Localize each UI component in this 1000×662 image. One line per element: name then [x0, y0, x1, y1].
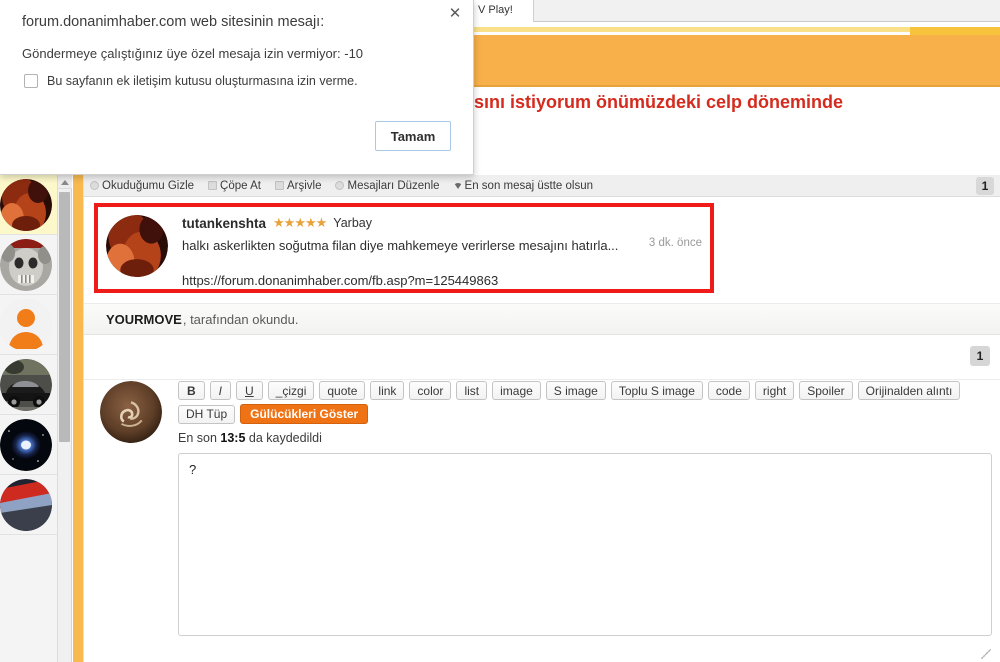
bbcode-toolbar: B I U _çizgi quote link color list image…: [178, 381, 992, 424]
message-content: Okuduğumu Gizle Çöpe At Arşivle Mesajlar…: [83, 175, 1000, 662]
read-receipt-user[interactable]: YOURMOVE: [106, 312, 182, 327]
members-rail: [0, 175, 58, 662]
dialog-message: Göndermeye çalıştığınız üye özel mesaja …: [22, 46, 364, 61]
action-archive[interactable]: Arşivle: [274, 179, 322, 192]
calligraphy-avatar-image: [100, 381, 162, 443]
reply-textarea[interactable]: [178, 453, 992, 636]
post-username[interactable]: tutankenshta: [182, 216, 266, 231]
eye-hide-icon: [90, 181, 99, 190]
action-hide-read-label: Okuduğumu Gizle: [102, 179, 195, 192]
red-flag-avatar[interactable]: [0, 478, 52, 531]
bb-image-button[interactable]: image: [492, 381, 541, 400]
bb-dh-tube-button[interactable]: DH Tüp: [178, 404, 236, 424]
post-header: tutankenshta ★★★★★ Yarbay: [182, 215, 372, 231]
members-rail-scrollbar[interactable]: [58, 175, 72, 662]
autosave-suffix: da kaydedildi: [245, 431, 322, 445]
red-flag-avatar-image: [0, 478, 52, 531]
textarea-resize-handle[interactable]: [981, 649, 991, 659]
ok-button[interactable]: Tamam: [375, 121, 451, 151]
banner-underline: [474, 85, 1000, 87]
bb-code-button[interactable]: code: [707, 381, 750, 400]
archive-icon: [274, 181, 284, 190]
read-receipt-text: , tarafından okundu.: [182, 311, 299, 327]
javascript-alert-dialog: ✕ forum.donanimhaber.com web sitesinin m…: [0, 0, 474, 175]
bbcode-row-1: B I U _çizgi quote link color list image…: [178, 381, 992, 400]
action-hide-read[interactable]: Okuduğumu Gizle: [90, 180, 194, 192]
browser-tab-strip: [470, 0, 1000, 22]
bb-line-button[interactable]: _çizgi: [267, 381, 315, 400]
nebula-avatar[interactable]: [0, 418, 52, 471]
bb-original-quote-button[interactable]: Orijinalden alıntı: [857, 381, 961, 400]
highlighted-post: tutankenshta ★★★★★ Yarbay halkı askerlik…: [94, 203, 714, 293]
post-timestamp: 3 dk. önce: [648, 237, 702, 249]
bb-bold-button[interactable]: B: [178, 381, 205, 400]
reply-composer: B I U _çizgi quote link color list image…: [84, 381, 1000, 662]
bb-underline-button[interactable]: U: [236, 381, 263, 400]
autosave-time: 13:5: [220, 431, 246, 445]
close-icon[interactable]: ✕: [445, 4, 465, 24]
action-trash-label: Çöpe At: [220, 179, 261, 192]
woman-portrait-avatar-image: [106, 215, 168, 277]
thread-footer-row: 1: [84, 335, 1000, 380]
bb-color-button[interactable]: color: [409, 381, 452, 400]
autosave-status: En son 13:5 da kaydedildi: [178, 431, 322, 445]
browser-tab[interactable]: V Play!: [474, 0, 534, 22]
orange-divider: [73, 175, 83, 662]
trash-icon: [208, 181, 218, 190]
suppress-dialogs-row[interactable]: Bu sayfanın ek iletişim kutusu oluşturma…: [24, 74, 358, 88]
bb-link-button[interactable]: link: [370, 381, 405, 400]
post-avatar[interactable]: [106, 215, 168, 277]
bb-bulk-s-image-button[interactable]: Toplu S image: [610, 381, 703, 400]
action-archive-label: Arşivle: [286, 179, 322, 192]
post-permalink[interactable]: https://forum.donanimhaber.com/fb.asp?m=…: [182, 273, 498, 288]
show-smileys-button[interactable]: Gülücükleri Göster: [240, 404, 369, 424]
read-receipt: YOURMOVE , tarafından okundu.: [84, 303, 1000, 335]
composer-avatar[interactable]: [100, 381, 162, 443]
scrollbar-thumb[interactable]: [59, 192, 70, 442]
post-rating-stars: ★★★★★: [273, 215, 327, 230]
bb-right-button[interactable]: right: [754, 381, 795, 400]
bb-spoiler-button[interactable]: Spoiler: [799, 381, 853, 400]
site-top-band-right: [910, 27, 1000, 35]
scroll-up-arrow-icon[interactable]: [58, 175, 72, 189]
post-rank: Yarbay: [333, 216, 372, 230]
list-item[interactable]: [0, 415, 57, 475]
list-item[interactable]: [0, 295, 57, 355]
page-badge-bottom[interactable]: 1: [970, 346, 990, 366]
default-user-avatar[interactable]: [0, 298, 52, 351]
bb-list-button[interactable]: list: [456, 381, 488, 400]
suppress-dialogs-checkbox[interactable]: [24, 74, 38, 88]
black-car-avatar-image: [0, 358, 52, 411]
page-badge-top[interactable]: 1: [976, 177, 994, 195]
message-actions-toolbar: Okuduğumu Gizle Çöpe At Arşivle Mesajlar…: [84, 175, 1000, 197]
list-item[interactable]: [0, 475, 57, 535]
post-body: halkı askerlikten soğutma filan diye mah…: [182, 238, 619, 253]
edit-icon: [335, 181, 345, 190]
bb-italic-button[interactable]: I: [209, 381, 232, 400]
nebula-avatar-image: [0, 418, 52, 471]
black-car-avatar[interactable]: [0, 358, 52, 411]
default-user-avatar-image: [0, 298, 52, 351]
autosave-prefix: En son: [178, 431, 221, 445]
suppress-dialogs-label: Bu sayfanın ek iletişim kutusu oluşturma…: [47, 74, 358, 88]
dialog-title: forum.donanimhaber.com web sitesinin mes…: [22, 14, 325, 30]
skull-avatar[interactable]: [0, 238, 52, 291]
action-trash[interactable]: Çöpe At: [208, 180, 261, 192]
list-item[interactable]: [0, 235, 57, 295]
list-item[interactable]: [0, 355, 57, 415]
bb-quote-button[interactable]: quote: [319, 381, 366, 400]
skull-avatar-image: [0, 238, 52, 291]
thread-headline: sını istiyorum önümüzdeki celp döneminde: [474, 92, 844, 112]
action-manage-messages-label: Mesajları Düzenle: [347, 179, 440, 192]
site-orange-banner: [474, 35, 1000, 85]
arrow-down-icon: [453, 182, 462, 189]
list-item[interactable]: [0, 175, 57, 235]
bbcode-row-2: DH Tüp Gülücükleri Göster: [178, 404, 992, 424]
action-newest-on-top[interactable]: En son mesaj üstte olsun: [453, 179, 594, 192]
action-manage-messages[interactable]: Mesajları Düzenle: [335, 179, 440, 192]
woman-portrait-avatar-image: [0, 178, 52, 231]
bb-s-image-button[interactable]: S image: [545, 381, 606, 400]
woman-portrait-avatar[interactable]: [0, 178, 52, 231]
action-newest-on-top-label: En son mesaj üstte olsun: [464, 179, 594, 192]
